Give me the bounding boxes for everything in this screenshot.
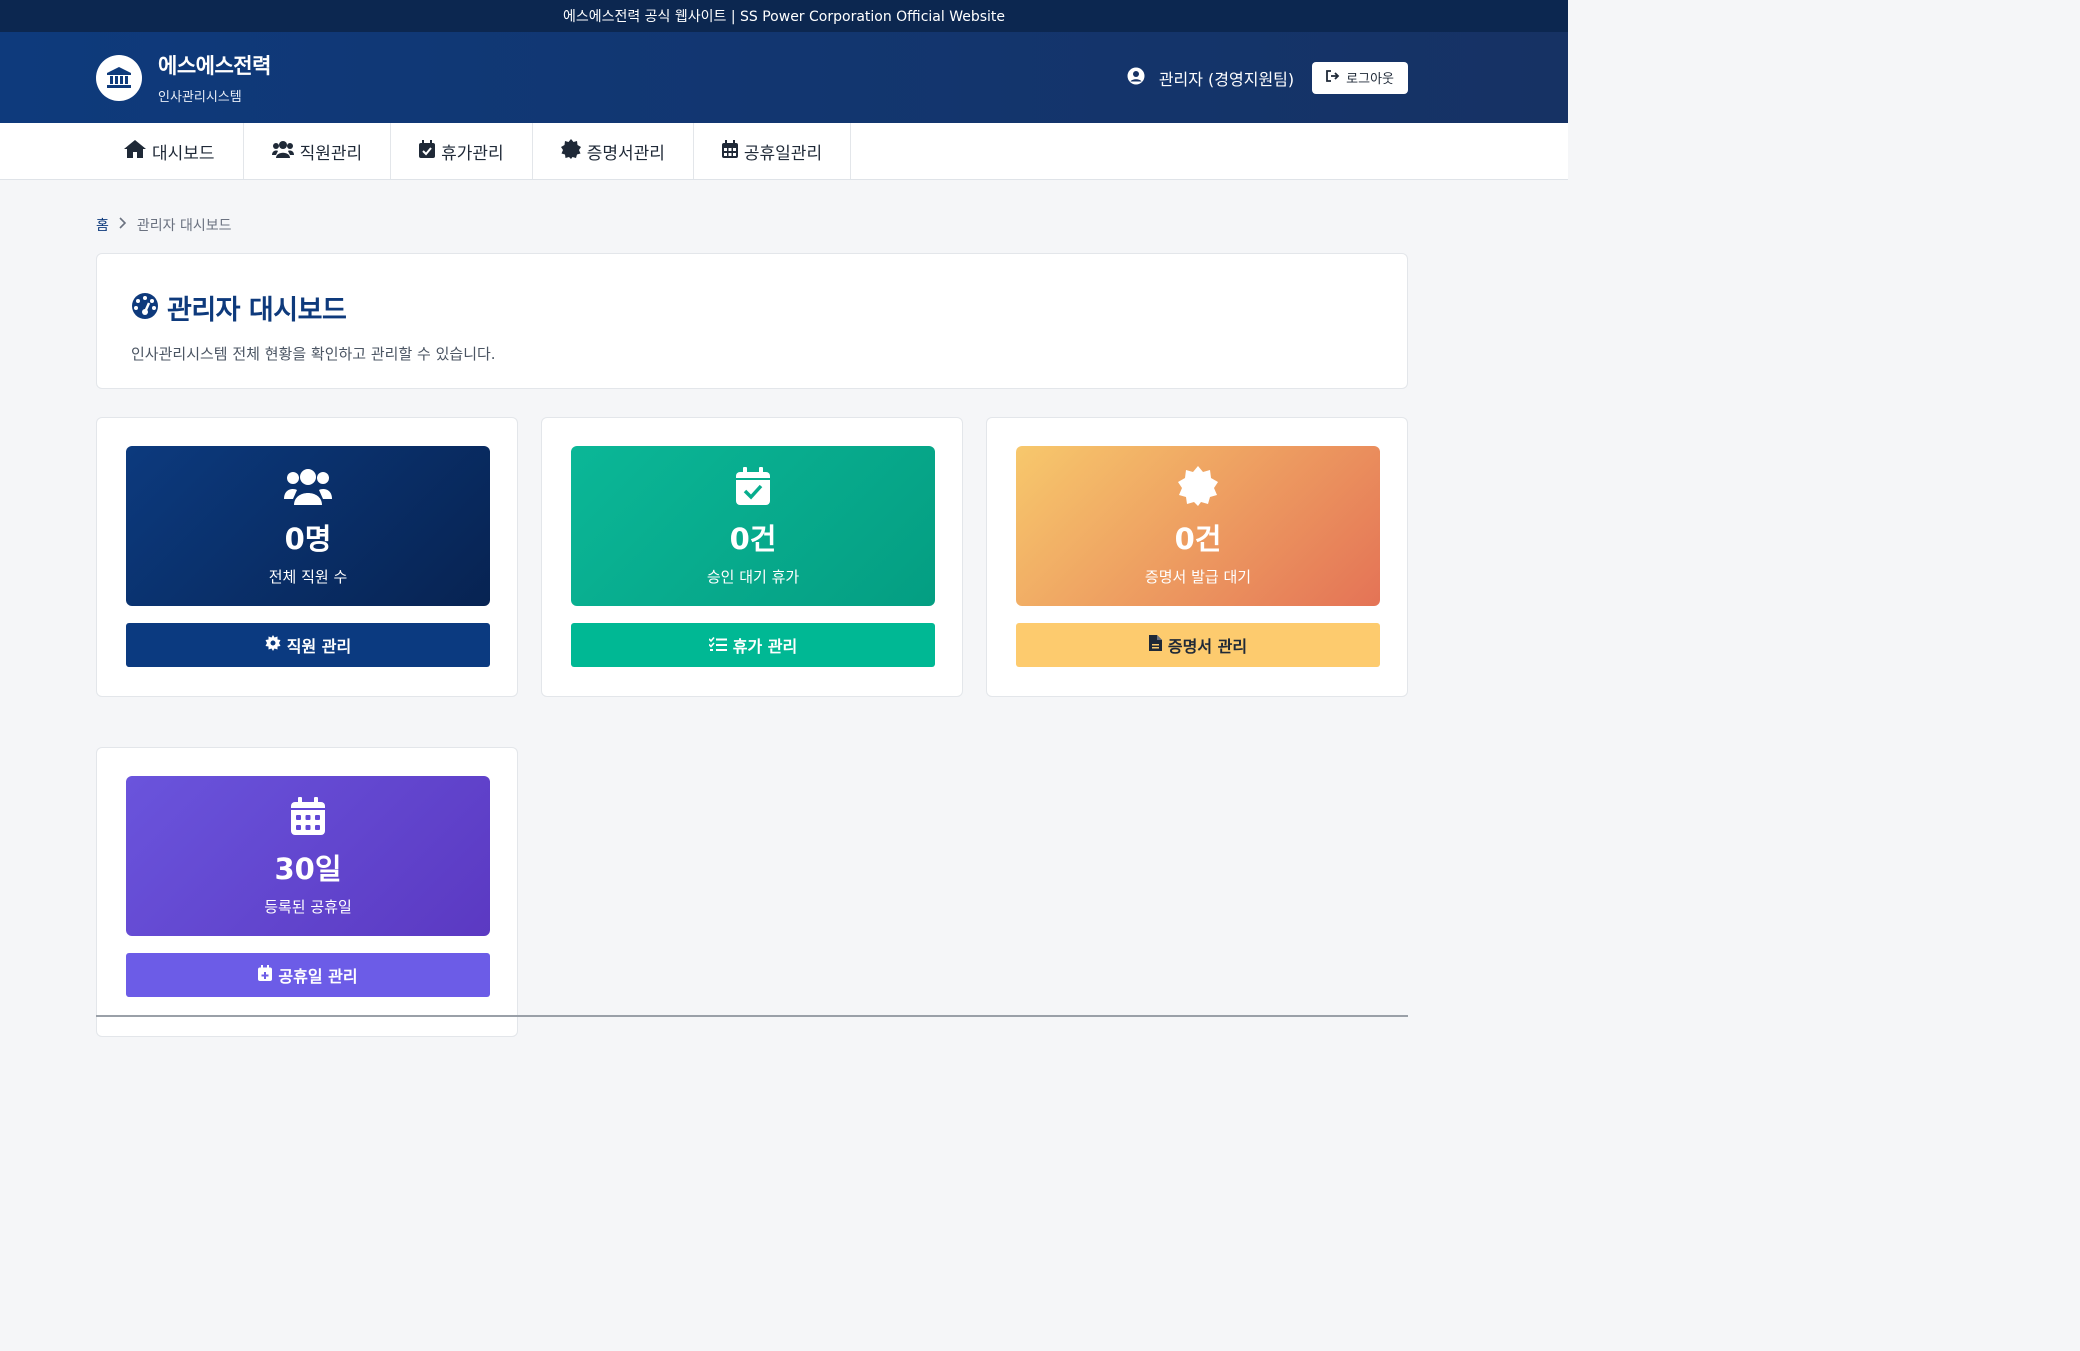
user-name: 관리자 (경영지원팀) [1158, 69, 1295, 89]
stat-card-employees: 0명 전체 직원 수 직원 관리 [96, 417, 518, 697]
breadcrumb: 홈 관리자 대시보드 [96, 215, 232, 235]
logout-label: 로그아웃 [1346, 72, 1394, 87]
brand-name: 에스에스전력 [158, 54, 271, 78]
nav-item-label: 증명서관리 [586, 143, 665, 164]
page-title: 관리자 대시보드 [167, 295, 347, 326]
button-label: 직원 관리 [286, 637, 352, 656]
stat-card-certificates: 0건 증명서 발급 대기 증명서 관리 [986, 417, 1408, 697]
certificate-icon [560, 138, 581, 164]
breadcrumb-home[interactable]: 홈 [96, 215, 109, 235]
list-check-icon [708, 636, 727, 655]
manage-certificates-button[interactable]: 증명서 관리 [1016, 623, 1380, 667]
calendar-plus-icon [258, 965, 273, 985]
users-icon [284, 466, 332, 506]
stat-label: 승인 대기 휴가 [706, 568, 800, 586]
manage-employees-button[interactable]: 직원 관리 [126, 623, 490, 667]
stat-panel: 30일 등록된 공휴일 [126, 776, 490, 936]
top-announcement-text: 에스에스전력 공식 웹사이트 | SS Power Corporation Of… [562, 9, 1006, 25]
sign-out-icon [1326, 69, 1340, 86]
stat-label: 전체 직원 수 [268, 568, 348, 586]
manage-leave-button[interactable]: 휴가 관리 [571, 623, 935, 667]
gauge-icon [131, 292, 159, 324]
nav-item-leave[interactable]: 휴가관리 [391, 123, 533, 179]
user-info: 관리자 (경영지원팀) [1127, 66, 1294, 90]
file-icon [1148, 635, 1162, 655]
stat-card-holidays: 30일 등록된 공휴일 공휴일 관리 [96, 747, 518, 1037]
nav-item-dashboard[interactable]: 대시보드 [96, 123, 244, 179]
button-label: 공휴일 관리 [278, 967, 358, 986]
calendar-icon [721, 139, 738, 163]
top-announcement-bar: 에스에스전력 공식 웹사이트 | SS Power Corporation Of… [0, 0, 1568, 32]
page-header-card: 관리자 대시보드 인사관리시스템 전체 현황을 확인하고 관리할 수 있습니다. [96, 253, 1408, 389]
main-nav: 대시보드 직원관리 휴가관리 증명서관리 공휴일관리 [0, 123, 1568, 180]
stat-panel: 0건 증명서 발급 대기 [1016, 446, 1380, 606]
stat-value: 0명 [284, 522, 332, 556]
site-header: 에스에스전력 인사관리시스템 관리자 (경영지원팀) 로그아웃 [0, 32, 1568, 123]
nav-item-label: 휴가관리 [441, 143, 504, 164]
breadcrumb-current: 관리자 대시보드 [136, 218, 232, 234]
brand[interactable]: 에스에스전력 인사관리시스템 [96, 50, 271, 105]
nav-item-certificates[interactable]: 증명서관리 [533, 123, 694, 179]
nav-item-employees[interactable]: 직원관리 [244, 123, 392, 179]
logout-button[interactable]: 로그아웃 [1312, 61, 1408, 94]
user-circle-icon [1127, 67, 1145, 89]
calendar-check-icon [736, 466, 770, 506]
stat-value: 0건 [729, 522, 777, 556]
stat-value: 30일 [274, 852, 342, 886]
page-description: 인사관리시스템 전체 현황을 확인하고 관리할 수 있습니다. [131, 345, 496, 363]
stat-panel: 0건 승인 대기 휴가 [571, 446, 935, 606]
nav-item-holidays[interactable]: 공휴일관리 [694, 123, 852, 179]
bottom-divider [96, 1015, 1408, 1017]
chevron-right-icon [119, 217, 127, 233]
manage-holidays-button[interactable]: 공휴일 관리 [126, 953, 490, 997]
nav-item-label: 직원관리 [299, 143, 363, 164]
stat-card-leave: 0건 승인 대기 휴가 휴가 관리 [541, 417, 963, 697]
calendar-days-icon [291, 796, 325, 836]
users-icon [271, 140, 294, 163]
stat-label: 등록된 공휴일 [264, 898, 352, 916]
gear-icon [265, 635, 281, 655]
brand-subtitle: 인사관리시스템 [158, 90, 242, 105]
button-label: 증명서 관리 [1167, 637, 1248, 656]
calendar-check-icon [419, 139, 436, 163]
stat-panel: 0명 전체 직원 수 [126, 446, 490, 606]
certificate-icon [1178, 466, 1218, 506]
stat-label: 증명서 발급 대기 [1144, 568, 1252, 586]
button-label: 휴가 관리 [732, 637, 798, 656]
building-logo-icon [96, 54, 142, 101]
nav-item-label: 대시보드 [152, 143, 215, 164]
stat-value: 0건 [1174, 522, 1222, 556]
home-icon [124, 139, 146, 163]
nav-item-label: 공휴일관리 [743, 143, 823, 164]
